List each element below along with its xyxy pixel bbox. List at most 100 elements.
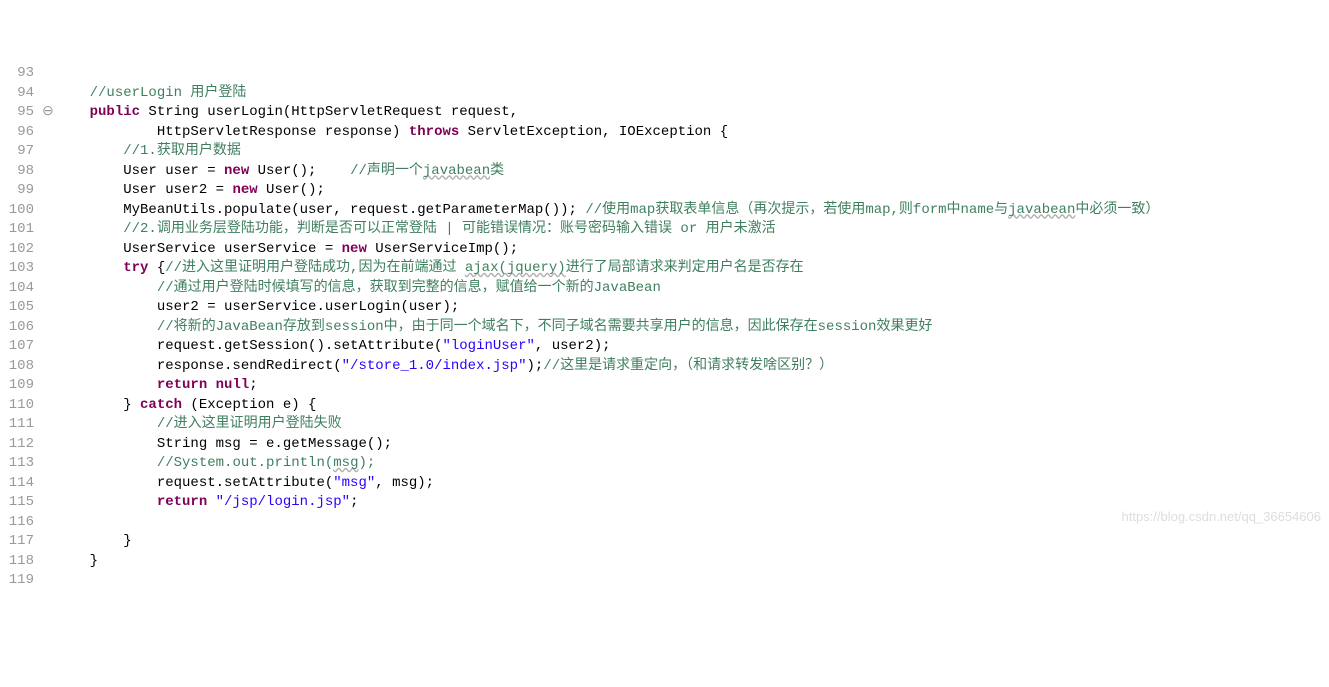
code-content: } (56, 553, 98, 569)
line-number: 119 (0, 571, 42, 591)
code-token (56, 455, 157, 471)
line-number: 97 (0, 142, 42, 162)
code-token: 中必须一致） (1075, 202, 1159, 218)
line-number: 111 (0, 415, 42, 435)
line-number: 104 (0, 279, 42, 299)
code-token (207, 494, 215, 510)
code-token (56, 104, 90, 120)
code-token: ); (358, 455, 375, 471)
line-number: 99 (0, 181, 42, 201)
code-line[interactable]: 107 request.getSession().setAttribute("l… (0, 337, 1329, 357)
code-line[interactable]: 118 } (0, 552, 1329, 572)
line-number: 108 (0, 357, 42, 377)
code-line[interactable]: 105 user2 = userService.userLogin(user); (0, 298, 1329, 318)
code-token: , user2); (535, 338, 611, 354)
code-token: User(); (249, 163, 350, 179)
code-token (56, 260, 123, 276)
line-number: 107 (0, 337, 42, 357)
code-content: return "/jsp/login.jsp"; (56, 494, 358, 510)
code-token: new (232, 182, 257, 198)
fold-marker[interactable]: ⊖ (42, 103, 56, 123)
code-token: ajax(jquery) (465, 260, 566, 276)
code-token: request.setAttribute( (56, 475, 333, 491)
code-line[interactable]: 104 //通过用户登陆时候填写的信息，获取到完整的信息，赋值给一个新的Java… (0, 279, 1329, 299)
code-token: String userLogin(HttpServletRequest requ… (140, 104, 518, 120)
code-token: catch (140, 397, 182, 413)
code-line[interactable]: 100 MyBeanUtils.populate(user, request.g… (0, 201, 1329, 221)
code-token (56, 377, 157, 393)
code-token: (Exception e) { (182, 397, 316, 413)
code-content: //通过用户登陆时候填写的信息，获取到完整的信息，赋值给一个新的JavaBean (56, 280, 661, 296)
code-token: HttpServletResponse response) (56, 124, 409, 140)
code-content: UserService userService = new UserServic… (56, 241, 518, 257)
code-content: return null; (56, 377, 258, 393)
line-number: 98 (0, 162, 42, 182)
code-line[interactable]: 94 //userLogin 用户登陆 (0, 84, 1329, 104)
code-token: throws (409, 124, 459, 140)
line-number: 101 (0, 220, 42, 240)
code-line[interactable]: 93 (0, 64, 1329, 84)
line-number: 96 (0, 123, 42, 143)
code-token: ); (527, 358, 544, 374)
code-content: } catch (Exception e) { (56, 397, 316, 413)
code-token: ServletException, IOException { (459, 124, 728, 140)
code-content: //进入这里证明用户登陆失败 (56, 416, 342, 432)
code-line[interactable]: 98 User user = new User(); //声明一个javabea… (0, 162, 1329, 182)
code-line[interactable]: 114 request.setAttribute("msg", msg); (0, 474, 1329, 494)
code-token: //userLogin 用户登陆 (90, 85, 247, 101)
code-line[interactable]: 101 //2.调用业务层登陆功能，判断是否可以正常登陆 | 可能错误情况：账号… (0, 220, 1329, 240)
line-number: 113 (0, 454, 42, 474)
code-token: //1.获取用户数据 (123, 143, 241, 159)
code-line[interactable]: 113 //System.out.println(msg); (0, 454, 1329, 474)
code-line[interactable]: 119 (0, 571, 1329, 591)
line-number: 115 (0, 493, 42, 513)
code-token: UserService userService = (56, 241, 342, 257)
code-line[interactable]: 103 try {//进入这里证明用户登陆成功,因为在前端通过 ajax(jqu… (0, 259, 1329, 279)
code-content: //将新的JavaBean存放到session中，由于同一个域名下，不同子域名需… (56, 319, 932, 335)
code-content: request.setAttribute("msg", msg); (56, 475, 434, 491)
code-token: request.getSession().setAttribute( (56, 338, 442, 354)
code-content: HttpServletResponse response) throws Ser… (56, 124, 728, 140)
code-token (56, 221, 123, 237)
code-token: //这里是请求重定向，（和请求转发啥区别？） (543, 358, 833, 374)
line-number: 94 (0, 84, 42, 104)
code-token: //进入这里证明用户登陆成功,因为在前端通过 (165, 260, 465, 276)
watermark-text: https://blog.csdn.net/qq_36654606 (1122, 509, 1322, 524)
code-token: //2.调用业务层登陆功能，判断是否可以正常登陆 | 可能错误情况：账号密码输入… (123, 221, 775, 237)
line-number: 102 (0, 240, 42, 260)
line-number: 109 (0, 376, 42, 396)
code-token: //进入这里证明用户登陆失败 (157, 416, 342, 432)
code-line[interactable]: 99 User user2 = new User(); (0, 181, 1329, 201)
line-number: 114 (0, 474, 42, 494)
code-line[interactable]: 108 response.sendRedirect("/store_1.0/in… (0, 357, 1329, 377)
code-token: User user2 = (56, 182, 232, 198)
code-token: javabean (423, 163, 490, 179)
code-token: (user, request.getParameterMap()); (291, 202, 585, 218)
code-content: try {//进入这里证明用户登陆成功,因为在前端通过 ajax(jquery)… (56, 260, 804, 276)
code-token (56, 416, 157, 432)
code-line[interactable]: 111 //进入这里证明用户登陆失败 (0, 415, 1329, 435)
code-line[interactable]: 109 return null; (0, 376, 1329, 396)
code-line[interactable]: 106 //将新的JavaBean存放到session中，由于同一个域名下，不同… (0, 318, 1329, 338)
line-number: 106 (0, 318, 42, 338)
code-token: return (157, 377, 207, 393)
code-line[interactable]: 117 } (0, 532, 1329, 552)
code-token: "loginUser" (442, 338, 534, 354)
code-token: 进行了局部请求来判定用户名是否存在 (566, 260, 804, 276)
code-line[interactable]: 112 String msg = e.getMessage(); (0, 435, 1329, 455)
code-token (207, 377, 215, 393)
code-token: } (56, 533, 132, 549)
code-line[interactable]: 96 HttpServletResponse response) throws … (0, 123, 1329, 143)
code-token: MyBeanUtils. (56, 202, 224, 218)
code-token: //通过用户登陆时候填写的信息，获取到完整的信息，赋值给一个新的JavaBean (157, 280, 661, 296)
code-token (56, 494, 157, 510)
code-line[interactable]: 95⊖ public String userLogin(HttpServletR… (0, 103, 1329, 123)
code-content: //System.out.println(msg); (56, 455, 375, 471)
code-content: //1.获取用户数据 (56, 143, 241, 159)
code-line[interactable]: 97 //1.获取用户数据 (0, 142, 1329, 162)
code-line[interactable]: 110 } catch (Exception e) { (0, 396, 1329, 416)
code-token: "msg" (333, 475, 375, 491)
code-line[interactable]: 102 UserService userService = new UserSe… (0, 240, 1329, 260)
code-content: user2 = userService.userLogin(user); (56, 299, 459, 315)
code-content: //2.调用业务层登陆功能，判断是否可以正常登陆 | 可能错误情况：账号密码输入… (56, 221, 776, 237)
